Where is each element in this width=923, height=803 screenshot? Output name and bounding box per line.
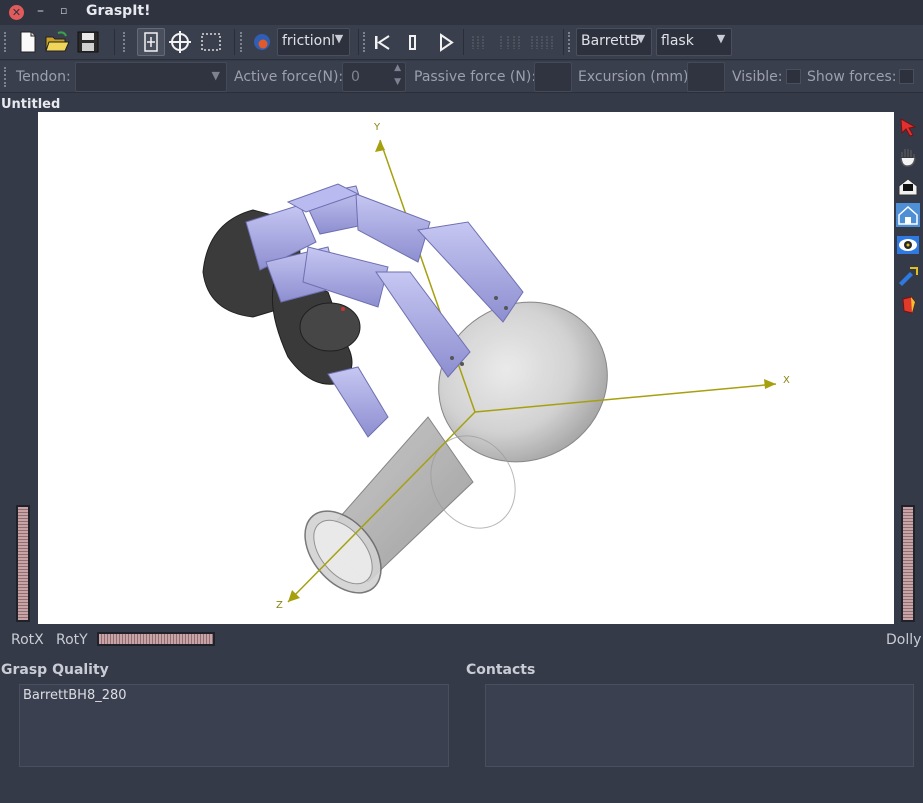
tendon-toolbar: Tendon: ▼ Active force(N): 0 ▲ ▼ Passive… — [0, 61, 923, 93]
toolbar-separator — [358, 29, 359, 55]
perspective-icon — [902, 296, 916, 314]
hand-select-value: BarrettB — [581, 33, 640, 49]
play-button[interactable] — [432, 28, 460, 56]
set-home-button[interactable] — [896, 203, 920, 227]
quality-measure-button[interactable] — [248, 28, 276, 56]
show-forces-label: Show forces: — [807, 69, 897, 85]
tendon-select[interactable]: ▼ — [75, 62, 227, 92]
grasp-quality-heading: Grasp Quality — [1, 662, 109, 678]
select-arrow-icon — [900, 118, 917, 137]
contacts-heading: Contacts — [466, 662, 536, 678]
hand-select[interactable]: BarrettB ▼ — [576, 28, 652, 56]
view-home-button[interactable] — [896, 174, 920, 198]
passive-force-label: Passive force (N): — [414, 69, 537, 85]
rotx-label: RotX — [11, 632, 44, 648]
rotate-crosshair-icon — [169, 31, 191, 53]
quality-select-value: frictionl — [282, 33, 335, 49]
open-file-button[interactable] — [43, 28, 71, 56]
main-toolbar: frictionl ▼ BarrettB ▼ flask ▼ — [0, 25, 923, 60]
grasp-quality-item[interactable]: BarrettBH8_280 — [23, 688, 127, 703]
show-forces-checkbox[interactable] — [899, 69, 914, 84]
pause-button[interactable] — [399, 28, 427, 56]
quality-sphere-icon — [254, 34, 270, 50]
excursion-label: Excursion (mm): — [578, 69, 694, 85]
window-title: GraspIt! — [86, 3, 151, 19]
view-all-eye-icon — [897, 236, 919, 254]
toolbar-separator — [114, 29, 115, 55]
disabled-bars-icon — [472, 36, 484, 49]
tendon-label: Tendon: — [16, 69, 71, 85]
minimize-window-button[interactable]: – — [37, 3, 49, 21]
eigen-grasp-button-3[interactable] — [528, 28, 556, 56]
view-all-button[interactable] — [896, 233, 920, 257]
dolly-wheel[interactable] — [901, 505, 915, 622]
disabled-bars-icon — [531, 36, 553, 49]
skip-back-button[interactable] — [368, 28, 396, 56]
chevron-down-icon: ▼ — [211, 69, 220, 82]
translate-icon — [144, 32, 158, 52]
eigen-grasp-button-2[interactable] — [496, 28, 524, 56]
excursion-field[interactable] — [687, 62, 725, 92]
hand-icon — [900, 149, 916, 167]
pause-icon — [409, 35, 416, 50]
close-window-button[interactable]: ✕ — [9, 5, 24, 20]
roty-label: RotY — [56, 632, 88, 648]
roty-wheel[interactable] — [97, 632, 215, 646]
rotx-wheel[interactable] — [16, 505, 30, 622]
chevron-down-icon: ▼ — [636, 32, 646, 45]
object-select[interactable]: flask ▼ — [656, 28, 732, 56]
toolbar-separator — [234, 29, 235, 55]
active-force-value: 0 — [351, 69, 360, 85]
toolbar-separator — [563, 29, 564, 55]
active-force-spinbox[interactable]: 0 ▲ ▼ — [342, 62, 406, 92]
eigen-grasp-button-1[interactable] — [468, 28, 496, 56]
projection-button[interactable] — [896, 293, 920, 317]
toolbar-grip[interactable] — [240, 32, 244, 52]
toolbar-grip[interactable] — [123, 32, 127, 52]
chevron-down-icon: ▼ — [716, 32, 726, 45]
skip-back-icon — [375, 35, 390, 50]
select-mode-button[interactable] — [896, 115, 920, 139]
chevron-down-icon: ▼ — [334, 32, 344, 45]
active-force-label: Active force(N): — [234, 69, 344, 85]
toolbar-grip[interactable] — [4, 32, 8, 52]
visible-label: Visible: — [732, 69, 783, 85]
toolbar-separator — [463, 29, 464, 55]
spin-down-icon[interactable]: ▼ — [394, 77, 401, 87]
select-region-button[interactable] — [197, 28, 225, 56]
seek-flashlight-icon — [899, 267, 918, 286]
restore-window-button[interactable]: ▫ — [60, 4, 70, 20]
axis-y-label: Y — [373, 122, 381, 133]
toolbar-grip[interactable] — [363, 32, 367, 52]
spin-up-icon[interactable]: ▲ — [394, 63, 401, 73]
toolbar-grip[interactable] — [568, 32, 572, 52]
dolly-label: Dolly — [886, 632, 922, 648]
passive-force-field[interactable] — [534, 62, 572, 92]
quality-select[interactable]: frictionl ▼ — [277, 28, 350, 56]
disabled-bars-icon — [500, 36, 520, 49]
contacts-list[interactable] — [485, 684, 914, 767]
camera-home-icon — [898, 178, 918, 196]
object-select-value: flask — [661, 33, 694, 49]
pan-mode-button[interactable] — [896, 145, 920, 169]
save-file-button[interactable] — [74, 28, 102, 56]
set-home-icon — [898, 205, 918, 225]
scene-canvas: Y X Z — [202, 122, 790, 611]
translate-tool-button[interactable] — [137, 28, 165, 56]
open-folder-icon — [45, 31, 70, 52]
new-file-icon — [20, 31, 36, 53]
rotate-tool-button[interactable] — [166, 28, 194, 56]
axis-z-label: Z — [276, 600, 283, 611]
new-file-button[interactable] — [14, 28, 42, 56]
visible-checkbox[interactable] — [786, 69, 801, 84]
seek-button[interactable] — [896, 263, 920, 287]
axis-x-label: X — [783, 375, 790, 386]
dotted-selection-icon — [201, 33, 221, 51]
3d-viewport[interactable]: Y X Z — [38, 112, 894, 624]
toolbar-grip[interactable] — [4, 67, 8, 87]
save-disk-icon — [77, 31, 99, 53]
play-icon — [440, 33, 454, 52]
document-title: Untitled — [1, 97, 61, 112]
